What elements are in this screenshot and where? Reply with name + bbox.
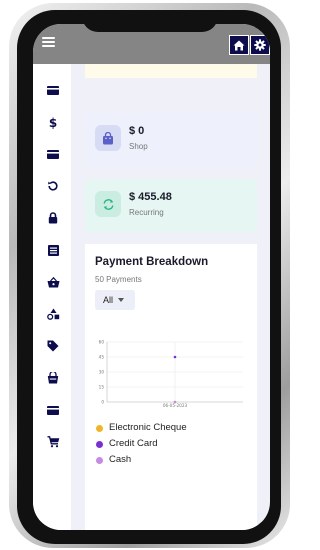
legend-dot <box>96 457 103 464</box>
legend-label: Cash <box>109 454 132 465</box>
x-tick-label: 06-05-2023 <box>163 403 188 408</box>
payment-breakdown-card: Payment Breakdown 50 Payments All 0 15 30 4… <box>85 244 257 530</box>
y-tick-label: 60 <box>99 340 105 345</box>
main-content: $ 0 Shop $ 455.48 Recurring Payment Brea… <box>85 64 257 530</box>
payment-chart: 0 15 30 45 60 06-05-2023 <box>99 340 243 408</box>
bucket-icon <box>47 372 59 384</box>
refresh-icon <box>103 198 113 210</box>
breakdown-title: Payment Breakdown <box>95 256 209 268</box>
legend-label: Electronic Cheque <box>109 422 187 433</box>
filter-dropdown[interactable]: All <box>95 290 135 310</box>
recurring-label: Recurring <box>129 208 164 217</box>
data-point <box>173 400 177 404</box>
shop-icon-box <box>95 125 121 151</box>
lock-icon <box>48 212 58 224</box>
tag-icon <box>47 340 59 352</box>
recurring-card[interactable]: $ 455.48 Recurring <box>85 179 257 232</box>
legend-label: Credit Card <box>109 438 158 449</box>
sidebar-item-credit-card[interactable] <box>45 83 61 97</box>
cart-icon <box>47 436 59 448</box>
y-tick-label: 15 <box>99 385 105 390</box>
history-icon <box>48 181 58 191</box>
sidebar-item-tag[interactable] <box>45 339 61 353</box>
y-tick-label: 45 <box>99 355 105 360</box>
y-tick-label: 30 <box>99 370 105 375</box>
shop-value: $ 0 <box>129 125 145 137</box>
y-tick-label: 0 <box>101 400 104 405</box>
phone-notch <box>82 10 218 32</box>
shopping-bag-icon <box>103 131 113 144</box>
recurring-icon-box <box>95 191 121 217</box>
list-icon <box>47 244 59 256</box>
screen: $ $ 0 Shop $ 455.48 Recurring Payment Br… <box>33 24 270 530</box>
sidebar-item-cart[interactable] <box>45 435 61 449</box>
recurring-value: $ 455.48 <box>129 191 172 203</box>
sidebar-item-bucket[interactable] <box>45 371 61 385</box>
data-point <box>173 355 177 359</box>
legend-dot <box>96 441 103 448</box>
sidebar-item-history[interactable] <box>45 179 61 193</box>
sidebar-item-shapes[interactable] <box>45 307 61 321</box>
shapes-icon <box>46 308 59 320</box>
shop-card[interactable]: $ 0 Shop <box>85 113 257 166</box>
filter-label: All <box>103 295 114 305</box>
chevron-down-icon <box>118 298 125 302</box>
home-button[interactable] <box>229 35 249 55</box>
menu-icon[interactable] <box>42 37 55 47</box>
card-icon <box>47 405 59 415</box>
dollar-icon: $ <box>49 116 57 129</box>
shop-label: Shop <box>129 142 148 151</box>
sidebar-item-card[interactable] <box>45 147 61 161</box>
gear-icon <box>254 39 266 51</box>
sidebar-item-dollar[interactable]: $ <box>45 115 61 129</box>
card-icon <box>47 149 59 159</box>
sidebar-item-list[interactable] <box>45 243 61 257</box>
basket-icon <box>47 276 59 287</box>
credit-card-icon <box>47 85 59 95</box>
sidebar-item-card-2[interactable] <box>45 403 61 417</box>
home-icon <box>233 40 245 50</box>
breakdown-subtitle: 50 Payments <box>95 275 142 284</box>
settings-button[interactable] <box>250 35 270 55</box>
notice-strip <box>85 64 257 78</box>
legend-dot <box>96 425 103 432</box>
svg-text:$: $ <box>49 116 57 129</box>
sidebar-item-basket[interactable] <box>45 275 61 289</box>
sidebar: $ <box>33 64 71 530</box>
sidebar-item-lock[interactable] <box>45 211 61 225</box>
